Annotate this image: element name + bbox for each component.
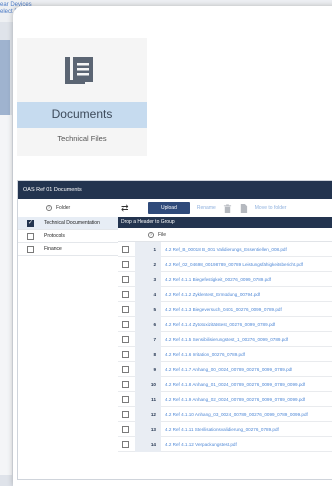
folder-checkbox[interactable] [27,219,34,227]
row-checkbox[interactable] [122,440,129,448]
folder-row-finance[interactable]: Finance [18,243,118,256]
documents-icon [65,57,93,84]
table-row[interactable]: 12 4.2 Ref 4.1.10 Anhang_03_0024_00789_00… [118,406,332,422]
file-link[interactable]: 4.2 Ref 4.1.4 Zytotoxizitätstest_00276_0… [161,322,275,327]
file-link[interactable]: 4.2 Ref 4.1.12 Verpackungstest.pdf [161,442,237,447]
folder-checkbox[interactable] [27,232,34,240]
row-number: 2 [135,256,161,272]
file-icon[interactable] [239,203,248,213]
row-checkbox[interactable] [122,380,129,388]
row-checkbox[interactable] [122,260,129,268]
file-link[interactable]: 4.2 Ref 4.1.9 Anhang_02_0024_00789_00276… [161,397,305,402]
row-checkbox[interactable] [122,320,129,328]
table-row[interactable]: 9 4.2 Ref 4.1.7 Anhang_00_0024_00789_0027… [118,361,332,377]
swap-icon[interactable]: ⇄ [121,203,133,214]
file-link[interactable]: 4.2 Ref 4.1.5 Sensibilisierungstest_1_00… [161,337,288,342]
sort-icon: ? [46,205,52,211]
table-row[interactable]: 2 4.2 Ref_02_04698_00198789_00789 Leistun… [118,256,332,272]
row-checkbox[interactable] [122,275,129,283]
folder-label: Finance [44,246,62,252]
table-row[interactable]: 5 4.2 Ref 4.1.3 Biegeversuch_0401_00276_0… [118,301,332,317]
table-row[interactable]: 13 4.2 Ref 4.1.11 Sterilisationsvalidieru… [118,421,332,437]
file-column-header[interactable]: ? File [118,228,332,242]
upload-button[interactable]: Upload [148,202,190,214]
tile-subtitle: Technical Files [57,134,107,143]
table-row[interactable]: 6 4.2 Ref 4.1.4 Zytotoxizitätstest_00276_… [118,316,332,332]
row-checkbox[interactable] [122,350,129,358]
row-number: 6 [135,316,161,332]
table-row[interactable]: 3 4.2 Ref 4.1.1 Biegefestigkeit_00276_009… [118,271,332,287]
documents-tile[interactable]: Documents Technical Files [17,38,147,156]
table-row[interactable]: 7 4.2 Ref 4.1.5 Sensibilisierungstest_1_0… [118,331,332,347]
rename-button[interactable]: Rename [197,205,216,211]
folder-row-protocols[interactable]: Protocols [18,230,118,243]
row-number: 7 [135,331,161,347]
row-checkbox[interactable] [122,425,129,433]
tile-title: Documents [51,107,113,121]
move-to-folder-button[interactable]: Move to folder [255,205,287,211]
file-toolbar: ⇄ Upload Rename Move to folder [118,199,332,217]
file-link[interactable]: 4.2 Ref 4.1.1 Biegefestigkeit_00276_0099… [161,277,271,282]
table-row[interactable]: 4 4.2 Ref 4.1.2 Zyklentest_Ermüdung_00794… [118,286,332,302]
row-number: 8 [135,346,161,362]
file-list: ⇄ Upload Rename Move to folder Drop a He… [118,199,332,481]
table-row[interactable]: 10 4.2 Ref 4.1.8 Anhang_01_0024_00789_002… [118,376,332,392]
file-link[interactable]: 4.2 Ref_B_00018 B_001 Validierungs_Essen… [161,247,287,252]
group-drop-bar[interactable]: Drop a Header to Group [118,217,332,228]
folder-list: ? Folder Technical Documentation Protoco… [18,199,118,481]
row-checkbox[interactable] [122,245,129,253]
file-link[interactable]: 4.2 Ref 4.1.3 Biegeversuch_0401_00276_00… [161,307,282,312]
row-number: 5 [135,301,161,317]
row-number: 13 [135,421,161,437]
row-number: 3 [135,271,161,287]
table-row[interactable]: 8 4.2 Ref 4.1.6 Irritation_00276_0789.pdf [118,346,332,362]
background-side-panel [0,115,12,475]
row-number: 10 [135,376,161,392]
folder-row-technical-documentation[interactable]: Technical Documentation [18,217,118,230]
folder-column-header[interactable]: ? Folder [18,199,118,217]
background-side-bar [0,40,10,115]
file-link[interactable]: 4.2 Ref 4.1.10 Anhang_03_0024_00789_0027… [161,412,308,417]
row-checkbox[interactable] [122,365,129,373]
row-checkbox[interactable] [122,410,129,418]
documents-panel: OAS Ref 01 Documents ? Folder Technical … [17,180,332,480]
file-link[interactable]: 4.2 Ref 4.1.2 Zyklentest_Ermüdung_00794.… [161,292,260,297]
file-link[interactable]: 4.2 Ref_02_04698_00198789_00789 Leistung… [161,262,303,267]
row-checkbox[interactable] [122,335,129,343]
row-number: 14 [135,436,161,452]
row-checkbox[interactable] [122,290,129,298]
row-number: 11 [135,391,161,407]
file-rows: 1 4.2 Ref_B_00018 B_001 Validierungs_Esse… [118,241,332,452]
table-row[interactable]: 14 4.2 Ref 4.1.12 Verpackungstest.pdf [118,436,332,452]
row-number: 9 [135,361,161,377]
panel-title: OAS Ref 01 Documents [18,181,332,199]
file-link[interactable]: 4.2 Ref 4.1.7 Anhang_00_0024_00789_00276… [161,367,292,372]
folder-header-label: Folder [56,205,71,211]
row-checkbox[interactable] [122,395,129,403]
folder-label: Protocols [44,233,65,239]
file-link[interactable]: 4.2 Ref 4.1.11 Sterilisationsvalidierung… [161,427,279,432]
table-row[interactable]: 1 4.2 Ref_B_00018 B_001 Validierungs_Esse… [118,241,332,257]
row-number: 12 [135,406,161,422]
row-number: 4 [135,286,161,302]
file-link[interactable]: 4.2 Ref 4.1.6 Irritation_00276_0789.pdf [161,352,245,357]
table-row[interactable]: 11 4.2 Ref 4.1.9 Anhang_02_0024_00789_002… [118,391,332,407]
folder-checkbox[interactable] [27,245,34,253]
trash-icon[interactable] [223,203,232,213]
sort-icon: ? [148,231,154,238]
file-link[interactable]: 4.2 Ref 4.1.8 Anhang_01_0024_00789_00276… [161,382,305,387]
folder-label: Technical Documentation [44,220,100,226]
file-header-label: File [158,231,167,238]
row-checkbox[interactable] [122,305,129,313]
row-number: 1 [135,241,161,257]
